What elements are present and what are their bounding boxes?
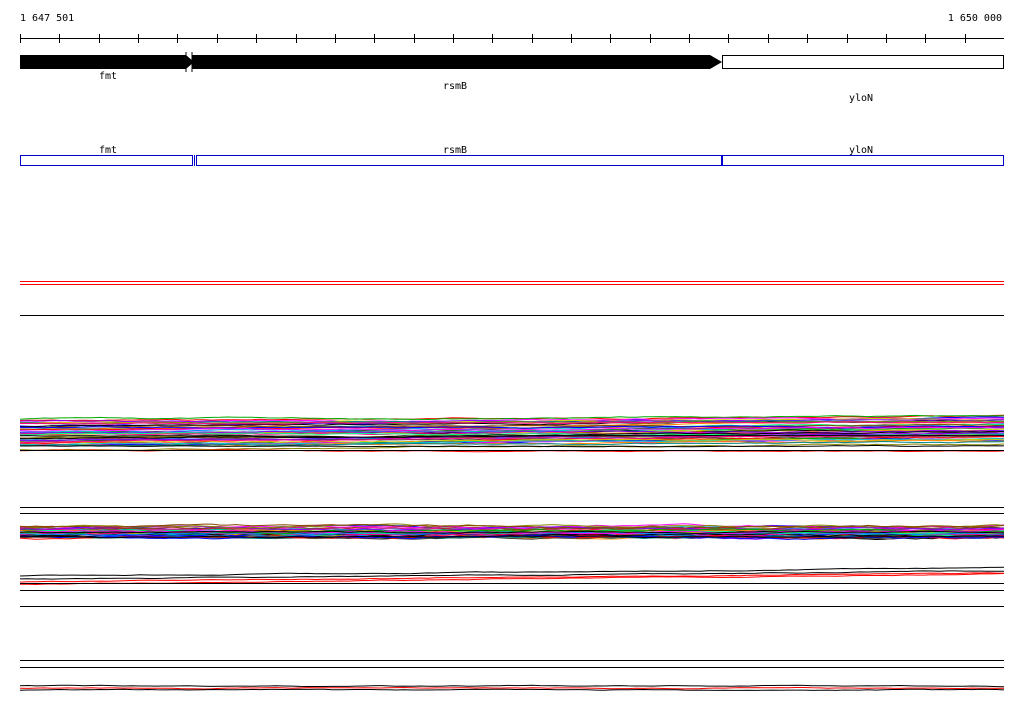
gene-arrow-yloN[interactable] bbox=[722, 55, 1004, 69]
annotation-box-rsmB[interactable] bbox=[196, 155, 722, 166]
coverage-line bbox=[20, 444, 1005, 448]
coverage-line bbox=[19, 684, 1005, 688]
coverage-track-3[interactable] bbox=[19, 566, 1005, 586]
coverage-track-1[interactable] bbox=[19, 414, 1005, 453]
annotation-box-fmt[interactable] bbox=[20, 155, 193, 166]
coverage-line bbox=[19, 686, 1005, 690]
annotation-track: fmt rsmB yloN bbox=[20, 145, 1004, 166]
gene-arrow-rsmB[interactable] bbox=[192, 55, 722, 69]
gene-label-yloN: yloN bbox=[849, 93, 873, 104]
coverage-track-2[interactable] bbox=[19, 523, 1005, 541]
gene-track: fmt rsmB yloN bbox=[20, 52, 1004, 104]
annotation-box-yloN[interactable] bbox=[722, 155, 1004, 166]
coverage-line bbox=[19, 688, 1005, 691]
annotation-label-rsmB: rsmB bbox=[443, 145, 467, 156]
gene-label-rsmB: rsmB bbox=[443, 81, 467, 92]
coordinate-ruler bbox=[20, 34, 1004, 43]
coverage-line bbox=[19, 572, 1005, 583]
gene-arrow-fmt[interactable] bbox=[20, 55, 194, 69]
annotation-label-yloN: yloN bbox=[849, 145, 873, 156]
gene-label-fmt: fmt bbox=[99, 71, 117, 82]
coverage-track-4[interactable] bbox=[19, 684, 1005, 691]
annotation-label-fmt: fmt bbox=[99, 145, 117, 156]
genome-browser-canvas[interactable]: fmt rsmB yloN fmt rsmB yloN bbox=[0, 0, 1024, 714]
track-separators bbox=[20, 281, 1004, 668]
